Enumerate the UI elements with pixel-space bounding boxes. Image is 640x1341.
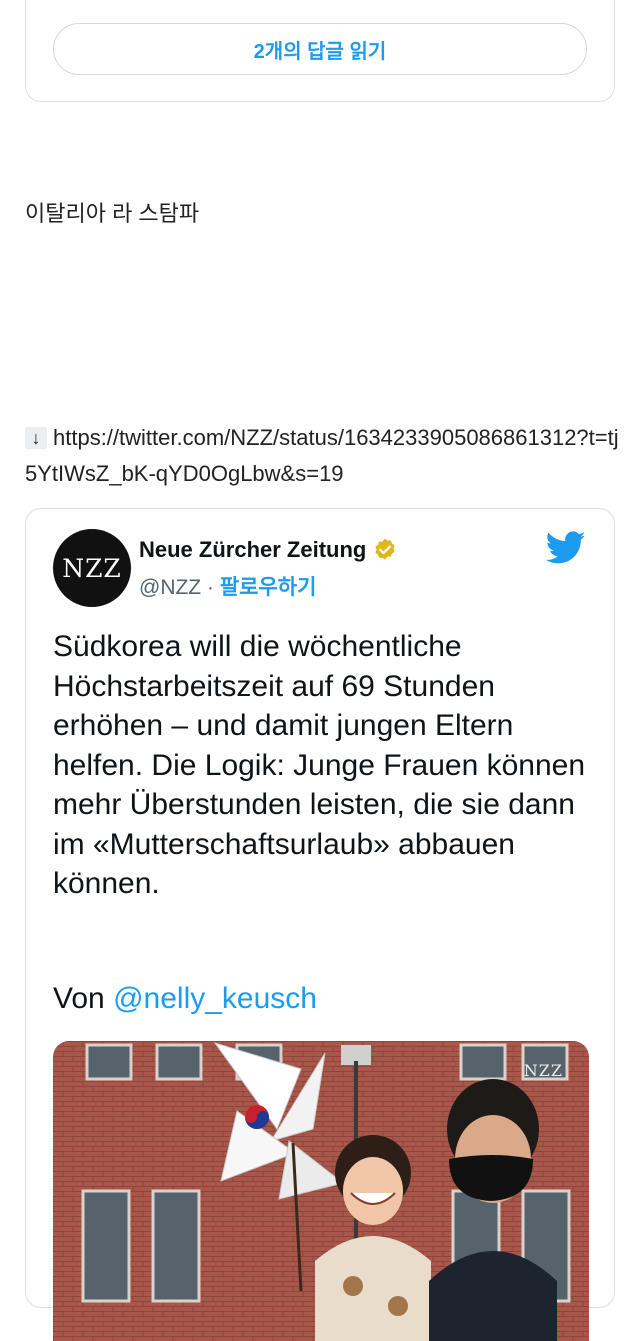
avatar[interactable]: NZZ bbox=[53, 529, 131, 607]
author-handle[interactable]: @NZZ bbox=[139, 576, 201, 599]
previous-tweet-card: ♥ ▶ ▭ 2개의 답글 읽기 bbox=[25, 0, 615, 102]
down-arrow-icon: ↓ bbox=[25, 427, 47, 449]
tweet-action-bar: ♥ ▶ ▭ bbox=[56, 0, 536, 3]
tweet-url[interactable]: https://twitter.com/NZZ/status/163423390… bbox=[25, 425, 619, 486]
author-name[interactable]: Neue Zürcher Zeitung bbox=[139, 537, 366, 563]
tweet-photo[interactable]: NZZ bbox=[53, 1041, 589, 1341]
twitter-bird-icon[interactable] bbox=[546, 531, 586, 565]
credit-label: Von bbox=[53, 982, 105, 1015]
post-caption: 이탈리아 라 스탐파 bbox=[25, 201, 200, 226]
author-row: Neue Zürcher Zeitung bbox=[139, 537, 398, 563]
handle-row: @NZZ · 팔로우하기 bbox=[139, 571, 316, 601]
reply-icon[interactable]: ▶ bbox=[211, 0, 223, 1]
read-replies-button[interactable]: 2개의 답글 읽기 bbox=[53, 23, 587, 75]
share-icon[interactable]: ▭ bbox=[366, 0, 381, 1]
verified-badge-icon bbox=[375, 538, 395, 560]
tweet-text: Südkorea will die wöchentliche Höchstarb… bbox=[53, 630, 586, 900]
embedded-tweet[interactable]: NZZ Neue Zürcher Zeitung @NZZ · 팔로우하기 Sü… bbox=[25, 508, 615, 1341]
follow-button[interactable]: 팔로우하기 bbox=[220, 576, 317, 599]
mention-link[interactable]: @nelly_keusch bbox=[113, 982, 317, 1015]
media-watermark: NZZ bbox=[523, 1061, 563, 1080]
tweet-credit: Von @nelly_keusch bbox=[53, 982, 317, 1016]
tweet-link[interactable]: ↓ https://twitter.com/NZZ/status/16342339… bbox=[25, 420, 620, 492]
avatar-logo-text: NZZ bbox=[62, 553, 122, 583]
handle-separator: · bbox=[206, 576, 214, 599]
photo-illustration bbox=[53, 1041, 589, 1341]
